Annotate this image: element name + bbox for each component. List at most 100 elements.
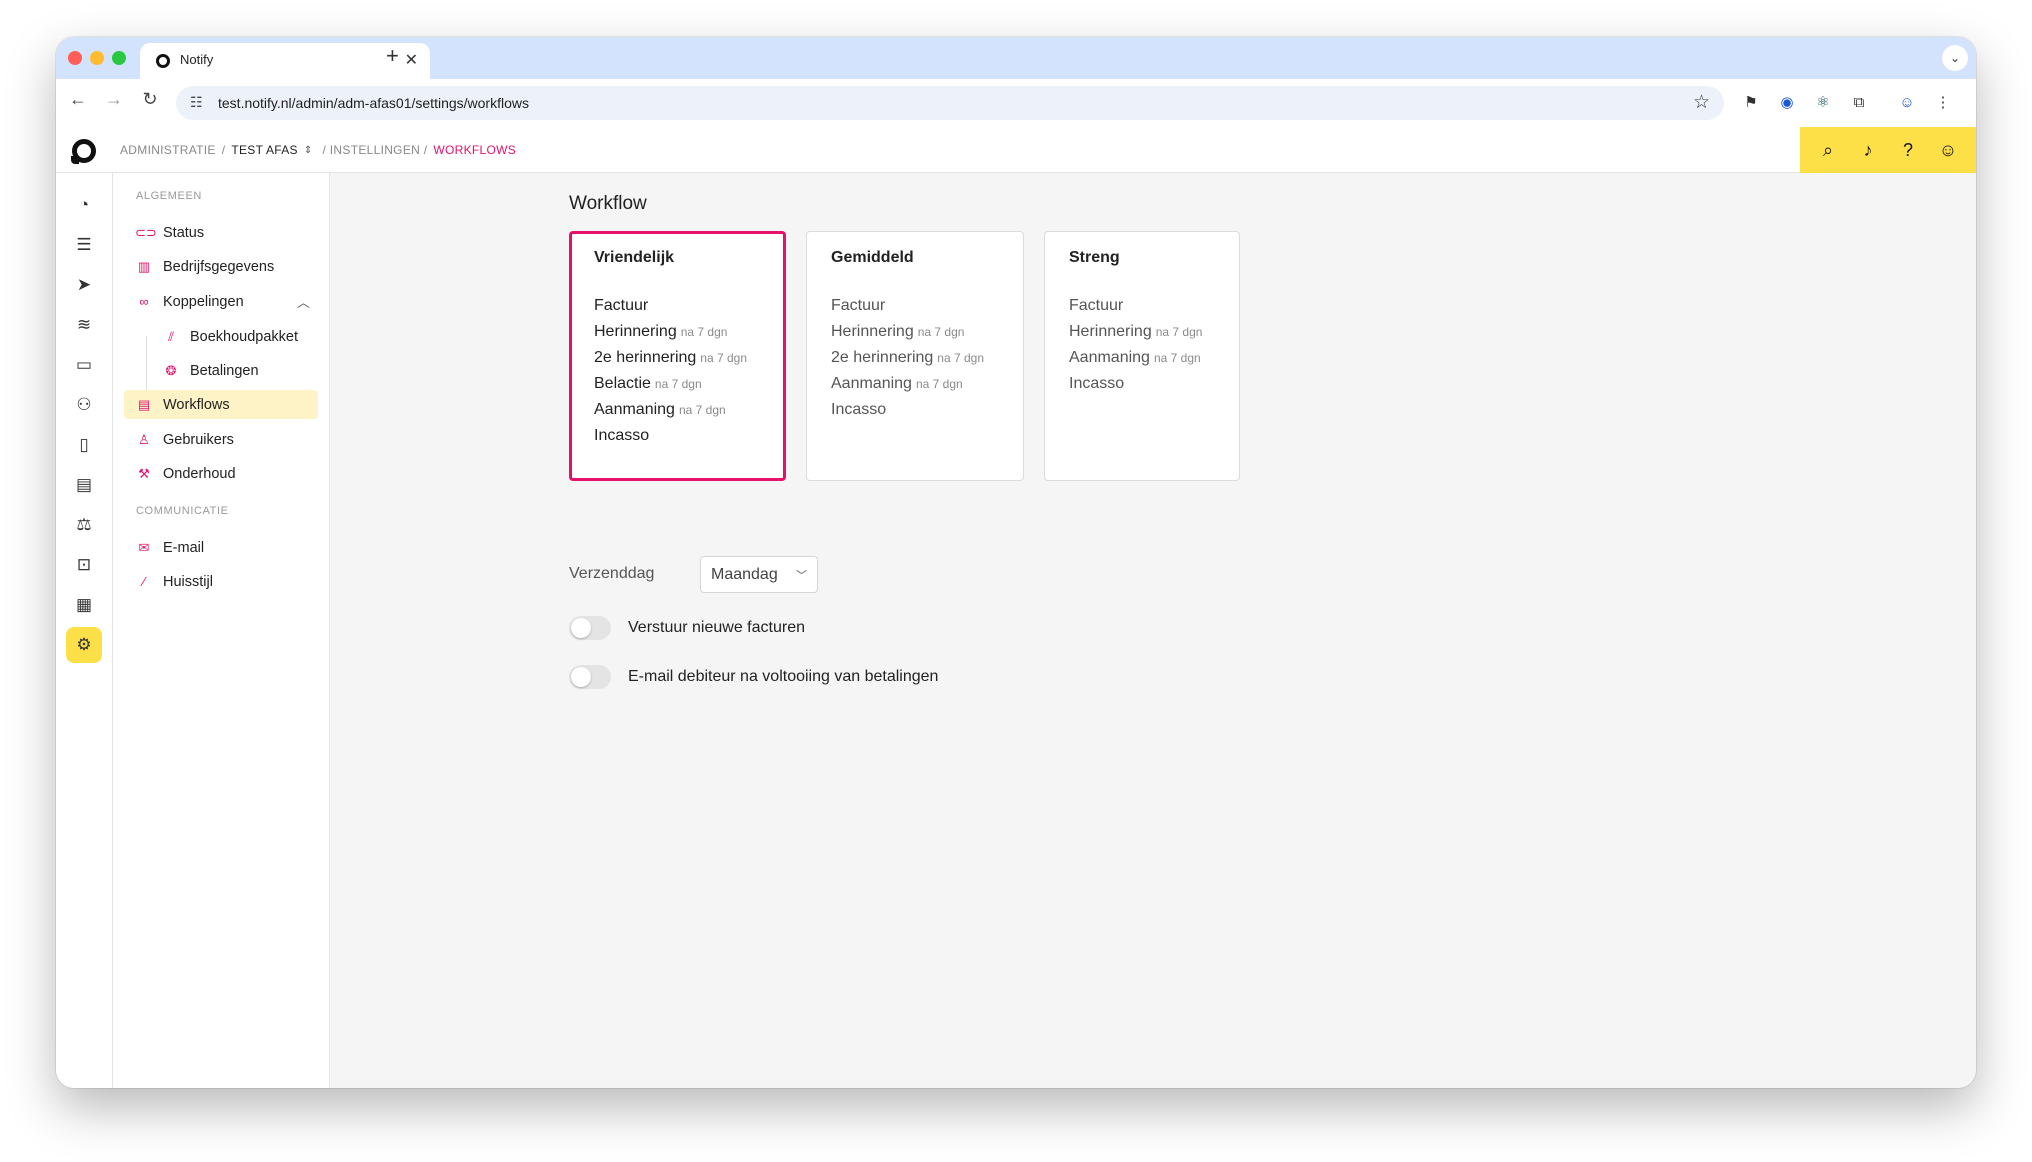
user-icon: ♙ [138, 431, 150, 447]
profile-icon[interactable]: ☺ [1896, 92, 1918, 114]
close-window-button[interactable] [68, 51, 82, 65]
clipboard-icon[interactable]: ▦ [66, 587, 102, 623]
react-devtools-icon[interactable]: ⚛ [1812, 92, 1834, 114]
notifications-icon[interactable]: ♪ [1856, 140, 1880, 161]
send-new-invoices-toggle[interactable] [569, 616, 611, 640]
toggle-icon: ⊂⊃ [135, 224, 157, 240]
send-day-label: Verzenddag [569, 565, 655, 582]
address-bar[interactable]: ☷ test.notify.nl/admin/adm-afas01/settin… [176, 86, 1724, 120]
breadcrumb-administratie[interactable]: ADMINISTRATIE [120, 143, 216, 157]
send-new-invoices-label: Verstuur nieuwe facturen [628, 619, 805, 636]
bookmark-star-icon[interactable]: ☆ [1693, 91, 1710, 114]
chevron-up-icon[interactable]: ︿ [297, 292, 310, 311]
workflow-steps: Factuur Herinnering na 7 dgn 2e herinneri… [594, 293, 747, 449]
workflow-step: Incasso [594, 427, 650, 444]
settings-sidebar: ALGEMEEN ⊂⊃ Status ▥ Bedrijfsgegevens ∞ … [113, 173, 330, 1088]
settings-icon[interactable]: ⚙ [66, 627, 102, 663]
card-title: Vriendelijk [594, 249, 675, 266]
workflow-step: Aanmaning na 7 dgn [831, 375, 963, 392]
reload-icon[interactable]: ↻ [136, 89, 164, 110]
workflow-steps: Factuur Herinnering na 7 dgn 2e herinneri… [831, 293, 984, 423]
breadcrumb: ADMINISTRATIE / TEST AFAS ⇕ / INSTELLING… [120, 143, 516, 157]
minimize-window-button[interactable] [90, 51, 104, 65]
back-arrow-icon[interactable]: ← [64, 89, 92, 110]
maximize-window-button[interactable] [112, 51, 126, 65]
user-icon[interactable]: ☺ [1936, 140, 1960, 161]
sidebar-item-huisstijl[interactable]: ⁄ Huisstijl [124, 567, 318, 596]
send-icon[interactable]: ➤ [66, 267, 102, 303]
sidebar-item-label: Status [163, 224, 205, 241]
breadcrumb-separator: / [221, 143, 226, 157]
close-tab-icon[interactable]: ✕ [405, 50, 418, 70]
help-icon[interactable]: ? [1896, 140, 1920, 161]
scale-icon[interactable]: ⚖ [66, 507, 102, 543]
tab-strip: Notify ✕ + ⌄ [56, 37, 1976, 79]
url-text[interactable]: test.notify.nl/admin/adm-afas01/settings… [218, 95, 529, 111]
send-day-select[interactable]: Maandag ﹀ [700, 556, 818, 593]
sidebar-item-email[interactable]: ✉ E-mail [124, 533, 318, 562]
workflow-card-gemiddeld[interactable]: Gemiddeld Factuur Herinnering na 7 dgn 2e… [806, 231, 1024, 481]
sidebar-item-onderhoud[interactable]: ⚒ Onderhoud [124, 459, 318, 488]
notify-logo[interactable] [71, 139, 96, 164]
forward-arrow-icon[interactable]: → [100, 89, 128, 110]
handshake-icon[interactable]: ≋ [66, 307, 102, 343]
building-icon: ▥ [137, 258, 151, 274]
sidebar-item-betalingen[interactable]: ❂ Betalingen [151, 356, 318, 385]
site-settings-icon[interactable]: ☷ [190, 94, 203, 111]
sidebar-item-label: Gebruikers [163, 431, 234, 448]
app-header: ADMINISTRATIE / TEST AFAS ⇕ / INSTELLING… [56, 127, 1976, 173]
card-icon[interactable]: ▤ [66, 467, 102, 503]
chart-icon: ⫽ [168, 328, 174, 344]
workflow-card-streng[interactable]: Streng Factuur Herinnering na 7 dgn Aanma… [1044, 231, 1240, 481]
tasks-icon[interactable]: ☰ [66, 227, 102, 263]
page-title: Workflow [569, 193, 647, 214]
sidebar-item-koppelingen[interactable]: ∞ Koppelingen ︿ [124, 287, 318, 316]
menu-dots-icon[interactable]: ⋮ [1932, 92, 1954, 114]
main-content: Workflow Vriendelijk Factuur Herinnering… [330, 173, 1976, 1088]
workflow-step: Aanmaning na 7 dgn [1069, 349, 1201, 366]
sidebar-item-status[interactable]: ⊂⊃ Status [124, 218, 318, 247]
tab-search-button[interactable]: ⌄ [1942, 45, 1968, 71]
workflow-step: Herinnering na 7 dgn [1069, 323, 1203, 340]
sidebar-item-workflows[interactable]: ▤ Workflows [124, 390, 318, 419]
browser-window: Notify ✕ + ⌄ ← → ↻ ☷ test.notify.nl/admi… [56, 37, 1976, 1088]
header-actions: ⌕ ♪ ? ☺ [1800, 127, 1976, 173]
workflow-step: Incasso [1069, 375, 1125, 392]
workflow-step: 2e herinnering na 7 dgn [831, 349, 985, 366]
workflow-steps: Factuur Herinnering na 7 dgn Aanmaning na … [1069, 293, 1202, 397]
workflow-step: Aanmaning na 7 dgn [594, 401, 726, 418]
wrench-icon: ⚒ [138, 465, 150, 481]
browser-toolbar: ← → ↻ ☷ test.notify.nl/admin/adm-afas01/… [56, 79, 1976, 127]
dashboard-icon[interactable]: ◔ [66, 187, 102, 223]
mail-icon: ✉ [138, 539, 150, 555]
workflow-card-vriendelijk[interactable]: Vriendelijk Factuur Herinnering na 7 dgn … [569, 231, 786, 481]
magic-wand-icon: ⁄ [142, 574, 146, 589]
inbox-icon[interactable]: ⊡ [66, 547, 102, 583]
users-icon[interactable]: ⚇ [66, 387, 102, 423]
email-debtor-label: E-mail debiteur na voltooiing van betali… [628, 668, 939, 685]
tab-title: Notify [180, 52, 214, 67]
sidebar-item-gebruikers[interactable]: ♙ Gebruikers [124, 425, 318, 454]
sidebar-item-bedrijfsgegevens[interactable]: ▥ Bedrijfsgegevens [124, 252, 318, 281]
workflow-step: Factuur [831, 297, 886, 314]
section-label-algemeen: ALGEMEEN [136, 190, 202, 202]
sidebar-item-label: Bedrijfsgegevens [163, 258, 275, 275]
message-alert-icon[interactable]: ▭ [66, 347, 102, 383]
new-tab-button[interactable]: + [386, 43, 399, 69]
document-icon[interactable]: ▯ [66, 427, 102, 463]
workflow-step: Herinnering na 7 dgn [594, 323, 728, 340]
sidebar-item-boekhoudpakket[interactable]: ⫽ Boekhoudpakket [151, 322, 318, 351]
email-debtor-toggle[interactable] [569, 665, 611, 689]
switch-administration-icon[interactable]: ⇕ [304, 145, 313, 156]
sidebar-item-label: E-mail [163, 539, 205, 556]
extensions-puzzle-icon[interactable]: ⧉ [1848, 92, 1870, 114]
breadcrumb-workflows: WORKFLOWS [433, 143, 517, 157]
breadcrumb-administration-name[interactable]: TEST AFAS [231, 143, 298, 157]
sidebar-item-label: Koppelingen [163, 293, 244, 310]
breadcrumb-instellingen[interactable]: / INSTELLINGEN / [323, 143, 428, 157]
search-icon[interactable]: ⌕ [1816, 140, 1840, 161]
card-title: Gemiddeld [831, 249, 914, 266]
sidebar-item-label: Workflows [163, 396, 230, 413]
extension-icon[interactable]: ⚑ [1740, 92, 1762, 114]
password-manager-icon[interactable]: ◉ [1776, 92, 1798, 114]
